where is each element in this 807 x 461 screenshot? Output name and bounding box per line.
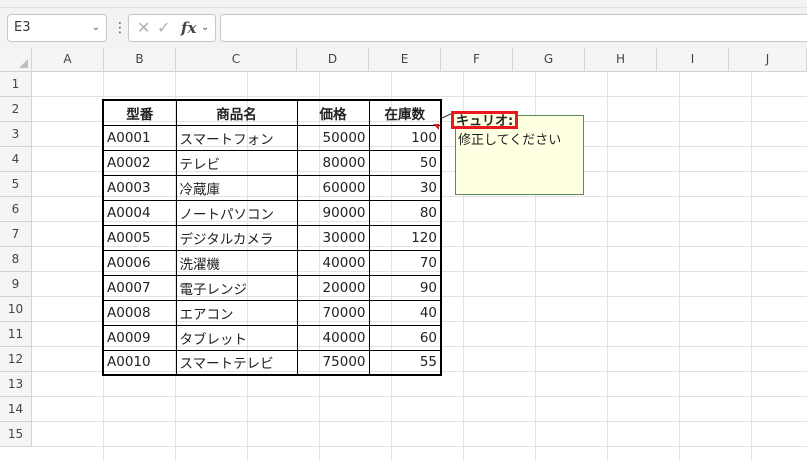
cell-model[interactable]: A0009 (102, 324, 177, 351)
header-cell-price[interactable]: 価格 (296, 99, 370, 126)
cell-model[interactable]: A0003 (102, 174, 177, 201)
cell-price[interactable]: 30000 (296, 224, 370, 251)
cell-product-name[interactable]: タブレット (175, 324, 298, 351)
row-header-15[interactable]: 15 (0, 422, 32, 447)
cell-model[interactable]: A0004 (102, 199, 177, 226)
cell-model[interactable]: A0010 (102, 349, 177, 376)
cell-product-name[interactable]: スマートテレビ (175, 349, 298, 376)
cell-model[interactable]: A0002 (102, 149, 177, 176)
cell-model[interactable]: A0005 (102, 224, 177, 251)
comment-indicator-icon[interactable] (433, 124, 439, 130)
cell-model[interactable]: A0001 (102, 124, 177, 151)
row-header-3[interactable]: 3 (0, 122, 32, 147)
column-header-j[interactable]: J (729, 48, 807, 72)
row-header-14[interactable]: 14 (0, 397, 32, 422)
column-header-h[interactable]: H (585, 48, 657, 72)
cell-price[interactable]: 70000 (296, 299, 370, 326)
ribbon-edge (0, 0, 807, 8)
table-header-row: 型番 商品名 価格 在庫数 (102, 99, 442, 126)
cell-stock[interactable]: 90 (368, 274, 442, 301)
cell-stock[interactable]: 55 (368, 349, 442, 376)
cell-model[interactable]: A0008 (102, 299, 177, 326)
table-row: A0002 テレビ 80000 50 (102, 149, 442, 176)
cell-product-name[interactable]: デジタルカメラ (175, 224, 298, 251)
row-header-13[interactable]: 13 (0, 372, 32, 397)
row-header-9[interactable]: 9 (0, 272, 32, 297)
row-header-12[interactable]: 12 (0, 347, 32, 372)
row-header-10[interactable]: 10 (0, 297, 32, 322)
table-row: A0009 タブレット 40000 60 (102, 324, 442, 351)
column-header-e[interactable]: E (369, 48, 441, 72)
cell-product-name[interactable]: スマートフォン (175, 124, 298, 151)
comment-author: キュリオ: (451, 111, 519, 129)
product-table: 型番 商品名 価格 在庫数 A0001 スマートフォン 50000 100 A0… (102, 99, 442, 376)
cell-price[interactable]: 80000 (296, 149, 370, 176)
cell-price[interactable]: 90000 (296, 199, 370, 226)
header-cell-model[interactable]: 型番 (102, 99, 177, 126)
table-row: A0010 スマートテレビ 75000 55 (102, 349, 442, 376)
cell-price[interactable]: 20000 (296, 274, 370, 301)
cell-model[interactable]: A0007 (102, 274, 177, 301)
cancel-icon[interactable]: ✕ (137, 15, 150, 41)
row-header-5[interactable]: 5 (0, 172, 32, 197)
column-header-a[interactable]: A (32, 48, 104, 72)
comment-box[interactable]: キュリオ: 修正してください (451, 111, 584, 195)
cell-price[interactable]: 75000 (296, 349, 370, 376)
column-header-f[interactable]: F (441, 48, 513, 72)
header-cell-stock[interactable]: 在庫数 (368, 99, 442, 126)
cell-stock[interactable]: 70 (368, 249, 442, 276)
name-box[interactable]: E3 ⌄ (7, 14, 107, 42)
row-header-8[interactable]: 8 (0, 247, 32, 272)
row-header-11[interactable]: 11 (0, 322, 32, 347)
row-header-4[interactable]: 4 (0, 147, 32, 172)
chevron-down-icon[interactable]: ⌄ (92, 15, 100, 41)
select-all-button[interactable] (0, 48, 32, 72)
table-row: A0005 デジタルカメラ 30000 120 (102, 224, 442, 251)
table-row: A0008 エアコン 70000 40 (102, 299, 442, 326)
cell-price[interactable]: 40000 (296, 249, 370, 276)
cell-price[interactable]: 50000 (296, 124, 370, 151)
column-header-i[interactable]: I (657, 48, 729, 72)
column-header-g[interactable]: G (513, 48, 585, 72)
cell-product-name[interactable]: ノートパソコン (175, 199, 298, 226)
cell-stock[interactable]: 50 (368, 149, 442, 176)
comment-text: 修正してください (458, 133, 562, 148)
name-box-value: E3 (14, 20, 31, 35)
row-header-2[interactable]: 2 (0, 97, 32, 122)
formula-bar: E3 ⌄ ⋮ ✕ ✓ fx ⌄ (0, 8, 807, 48)
column-header-c[interactable]: C (176, 48, 297, 72)
cell-stock[interactable]: 120 (368, 224, 442, 251)
table-row: A0007 電子レンジ 20000 90 (102, 274, 442, 301)
insert-function-icon[interactable]: fx (181, 15, 196, 41)
table-row: A0006 洗濯機 40000 70 (102, 249, 442, 276)
table-row: A0004 ノートパソコン 90000 80 (102, 199, 442, 226)
row-header-7[interactable]: 7 (0, 222, 32, 247)
enter-icon[interactable]: ✓ (157, 15, 170, 41)
header-cell-product-name[interactable]: 商品名 (175, 99, 298, 126)
formula-buttons: ✕ ✓ fx ⌄ (128, 14, 216, 42)
cell-price[interactable]: 60000 (296, 174, 370, 201)
row-header-6[interactable]: 6 (0, 197, 32, 222)
row-header-1[interactable]: 1 (0, 72, 32, 97)
cell-price[interactable]: 40000 (296, 324, 370, 351)
column-header-b[interactable]: B (104, 48, 176, 72)
cell-product-name[interactable]: エアコン (175, 299, 298, 326)
cell-stock[interactable]: 60 (368, 324, 442, 351)
function-dropdown-icon[interactable]: ⌄ (201, 15, 209, 41)
cell-stock[interactable]: 30 (368, 174, 442, 201)
column-header-d[interactable]: D (297, 48, 369, 72)
cell-product-name[interactable]: 電子レンジ (175, 274, 298, 301)
cell-stock[interactable]: 100 (368, 124, 442, 151)
cell-product-name[interactable]: テレビ (175, 149, 298, 176)
cell-stock[interactable]: 40 (368, 299, 442, 326)
table-row: A0003 冷蔵庫 60000 30 (102, 174, 442, 201)
cell-product-name[interactable]: 洗濯機 (175, 249, 298, 276)
formula-input[interactable] (220, 14, 807, 42)
table-row: A0001 スマートフォン 50000 100 (102, 124, 442, 151)
cell-product-name[interactable]: 冷蔵庫 (175, 174, 298, 201)
more-vertical-icon[interactable]: ⋮ (113, 16, 127, 40)
cell-model[interactable]: A0006 (102, 249, 177, 276)
cell-stock[interactable]: 80 (368, 199, 442, 226)
